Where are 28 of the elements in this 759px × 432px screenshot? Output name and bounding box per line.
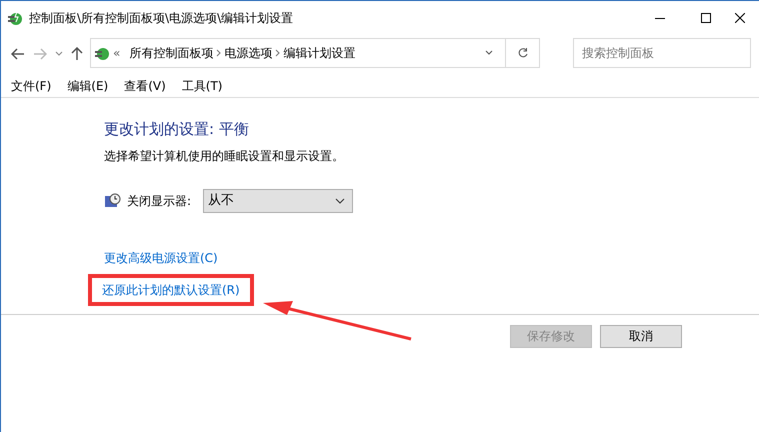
monitor-clock-icon bbox=[104, 192, 121, 208]
link[interactable]: 更改高级电源设置(C) bbox=[104, 250, 218, 264]
menu-item[interactable]: 工具(T) bbox=[174, 76, 230, 94]
heading: 更改计划的设置: 平衡 bbox=[104, 119, 250, 140]
window-title: 控制面板\所有控制面板项\电源选项\编辑计划设置 bbox=[29, 10, 294, 27]
breadcrumb[interactable]: 所有控制面板项 bbox=[129, 44, 214, 62]
refresh-icon[interactable] bbox=[516, 47, 528, 59]
chevron-icon bbox=[216, 49, 222, 57]
chevron-down-icon bbox=[55, 50, 63, 57]
dropdown-icon[interactable] bbox=[485, 50, 493, 56]
breadcrumb[interactable]: 编辑计划设置 bbox=[283, 44, 356, 62]
power-options-icon bbox=[7, 10, 23, 26]
close-icon bbox=[735, 13, 745, 23]
description: 选择希望计算机使用的睡眠设置和显示设置。 bbox=[104, 148, 345, 164]
search-field[interactable]: 搜索控制面板 bbox=[573, 38, 751, 68]
power-options-icon bbox=[94, 45, 110, 61]
setting-label: 关闭显示器: bbox=[127, 192, 192, 210]
chevron-icon bbox=[275, 49, 280, 57]
display-off-select[interactable]: 从不 bbox=[203, 188, 354, 212]
maximize-icon bbox=[701, 13, 711, 23]
chevron-down-icon bbox=[335, 198, 346, 204]
menu-item[interactable]: 查看(V) bbox=[116, 76, 174, 94]
link[interactable]: 还原此计划的默认设置(R) bbox=[102, 282, 240, 296]
menu-item[interactable]: 编辑(E) bbox=[59, 76, 116, 94]
breadcrumb[interactable]: 电源选项 bbox=[224, 44, 272, 62]
dialog-button[interactable]: 取消 bbox=[600, 324, 682, 348]
breadcrumb-overflow[interactable]: « bbox=[113, 44, 120, 62]
menu-item[interactable]: 文件(F) bbox=[3, 76, 60, 94]
